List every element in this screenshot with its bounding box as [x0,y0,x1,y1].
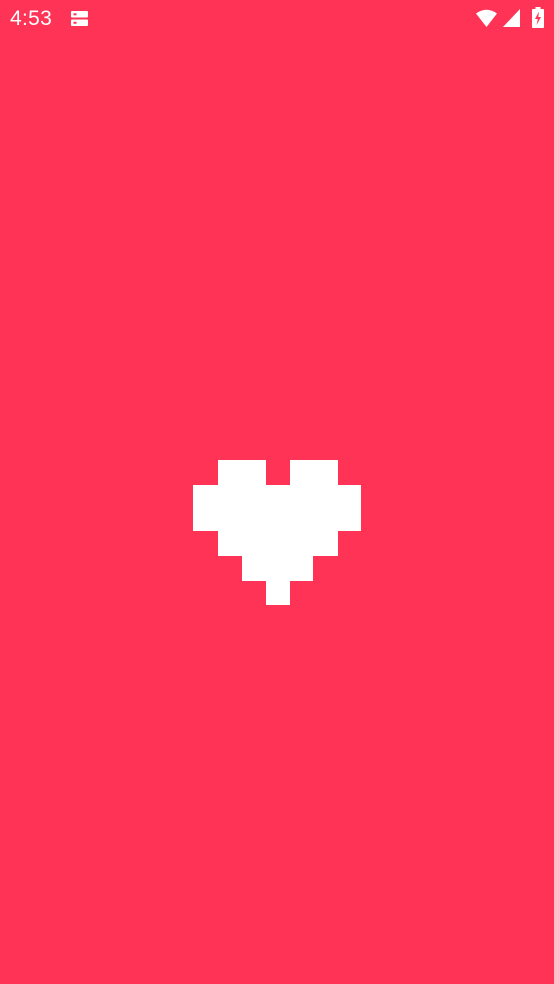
cell-signal-icon [503,9,520,27]
status-bar: 4:53 [0,0,554,38]
battery-charging-icon [532,7,544,28]
wifi-icon [476,9,497,27]
storage-icon [71,11,88,26]
splash-screen [0,38,554,984]
status-time: 4:53 [10,7,53,30]
pixel-heart-icon [193,460,361,605]
